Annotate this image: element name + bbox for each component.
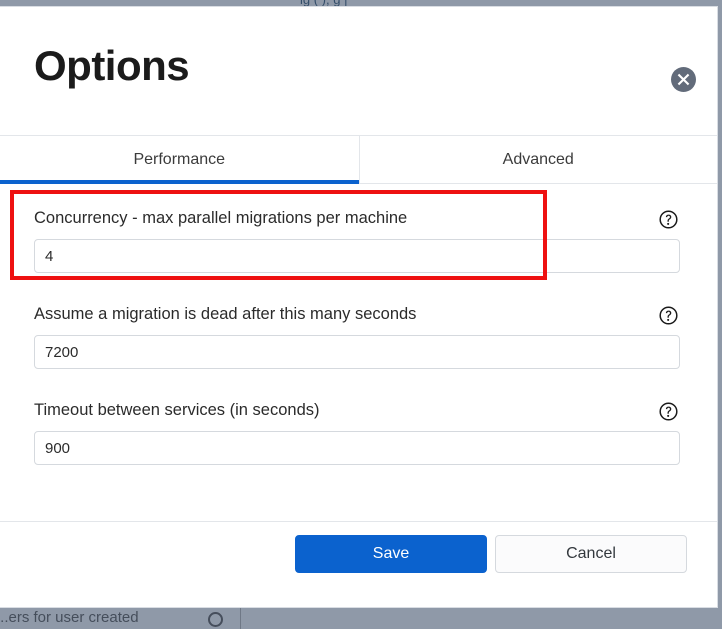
question-circle-icon[interactable] (659, 209, 678, 229)
input-service-timeout[interactable] (34, 431, 680, 465)
close-circle-icon (671, 67, 696, 92)
field-label-row: Concurrency - max parallel migrations pe… (34, 205, 680, 233)
input-dead-migration-timeout[interactable] (34, 335, 680, 369)
tab-bar: Performance Advanced (0, 136, 717, 184)
field-label-row: Assume a migration is dead after this ma… (34, 301, 680, 329)
options-dialog: Options Performance Advanced Concurrency… (0, 6, 718, 608)
field-group-concurrency: Concurrency - max parallel migrations pe… (34, 205, 680, 273)
question-circle-icon[interactable] (659, 401, 678, 421)
field-group-dead-migration-timeout: Assume a migration is dead after this ma… (34, 301, 680, 369)
dialog-body: Concurrency - max parallel migrations pe… (0, 184, 717, 521)
page-title: Options (34, 42, 190, 89)
cancel-button[interactable]: Cancel (495, 535, 687, 573)
close-button[interactable] (671, 67, 696, 92)
tab-performance-label: Performance (133, 150, 226, 168)
background-divider (240, 608, 241, 629)
dialog-header: Options (0, 7, 717, 136)
field-label-dead-migration-timeout: Assume a migration is dead after this ma… (34, 305, 417, 324)
question-circle-icon[interactable] (659, 305, 678, 325)
dialog-footer: Save Cancel (0, 521, 717, 607)
input-concurrency[interactable] (34, 239, 680, 273)
screen-root: ig ( ), g | ...ers for user created Opti… (0, 0, 722, 629)
field-label-concurrency: Concurrency - max parallel migrations pe… (34, 209, 408, 228)
tab-advanced[interactable]: Advanced (358, 136, 717, 183)
save-button[interactable]: Save (295, 535, 487, 573)
field-group-service-timeout: Timeout between services (in seconds) (34, 397, 680, 465)
tab-advanced-label: Advanced (502, 150, 574, 168)
field-label-service-timeout: Timeout between services (in seconds) (34, 401, 320, 420)
background-bottom-text: ...ers for user created (0, 609, 139, 626)
tab-performance[interactable]: Performance (0, 136, 359, 184)
background-page-bottom: ...ers for user created (0, 608, 722, 629)
circle-icon (208, 612, 223, 627)
field-label-row: Timeout between services (in seconds) (34, 397, 680, 425)
